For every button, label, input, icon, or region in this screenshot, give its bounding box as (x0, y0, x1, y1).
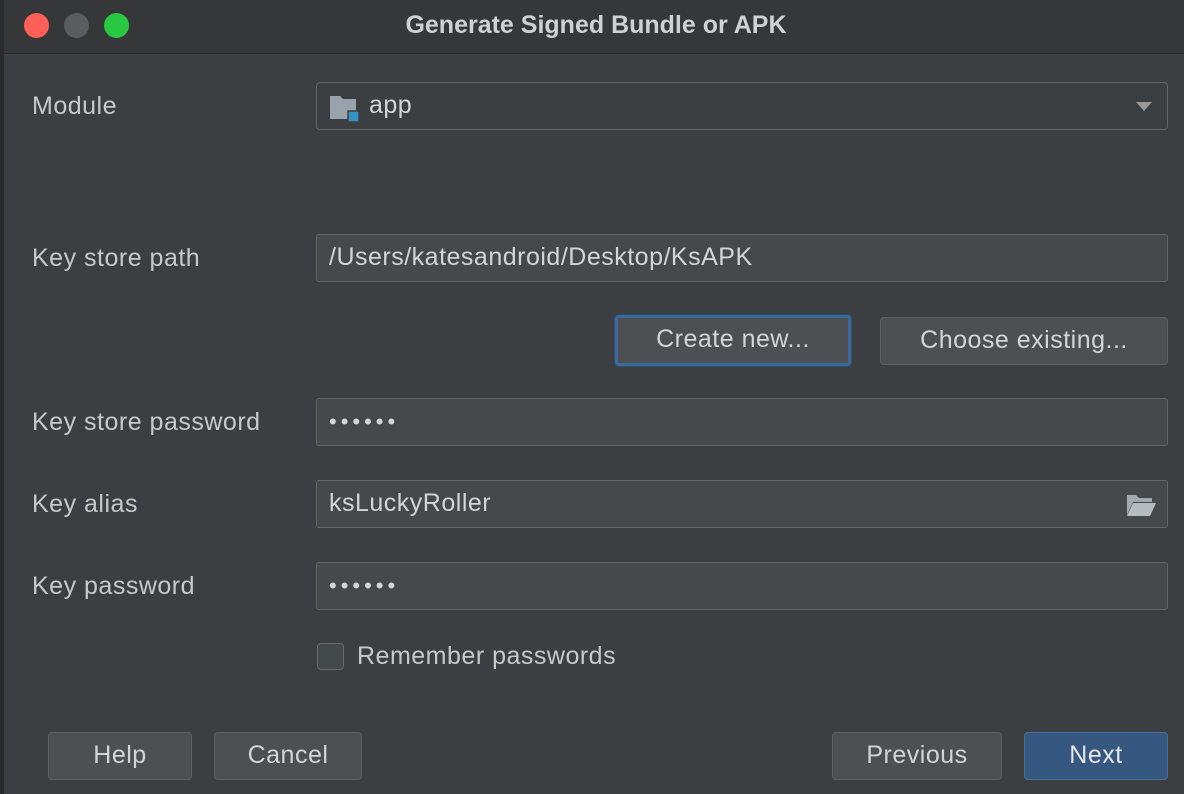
key-password-input[interactable]: •••••• (316, 562, 1168, 610)
key-store-password-input[interactable]: •••••• (316, 398, 1168, 446)
module-select[interactable]: app (316, 82, 1168, 130)
key-store-password-label: Key store password (32, 408, 261, 436)
cancel-button[interactable]: Cancel (214, 732, 362, 780)
dialog-window: Generate Signed Bundle or APK Module app… (0, 0, 1184, 794)
previous-button[interactable]: Previous (832, 732, 1002, 780)
title-bar: Generate Signed Bundle or APK (4, 0, 1184, 54)
remember-passwords-label[interactable]: Remember passwords (357, 642, 616, 671)
module-folder-icon (330, 96, 360, 123)
create-new-button[interactable]: Create new... (615, 315, 851, 366)
choose-existing-button[interactable]: Choose existing... (880, 317, 1168, 365)
dialog-title: Generate Signed Bundle or APK (405, 11, 787, 39)
key-alias-input[interactable]: ksLuckyRoller (316, 480, 1168, 528)
key-password-label: Key password (32, 572, 196, 600)
chevron-down-icon[interactable] (1136, 102, 1152, 111)
key-store-path-label: Key store path (32, 244, 201, 272)
help-button[interactable]: Help (48, 732, 192, 780)
module-select-value: app (369, 91, 413, 119)
key-store-path-input[interactable]: /Users/katesandroid/Desktop/KsAPK (316, 234, 1168, 282)
module-label: Module (32, 92, 117, 120)
folder-open-icon[interactable] (1125, 492, 1157, 518)
next-button[interactable]: Next (1024, 732, 1168, 780)
remember-passwords-checkbox[interactable] (317, 643, 344, 670)
key-alias-label: Key alias (32, 490, 138, 518)
